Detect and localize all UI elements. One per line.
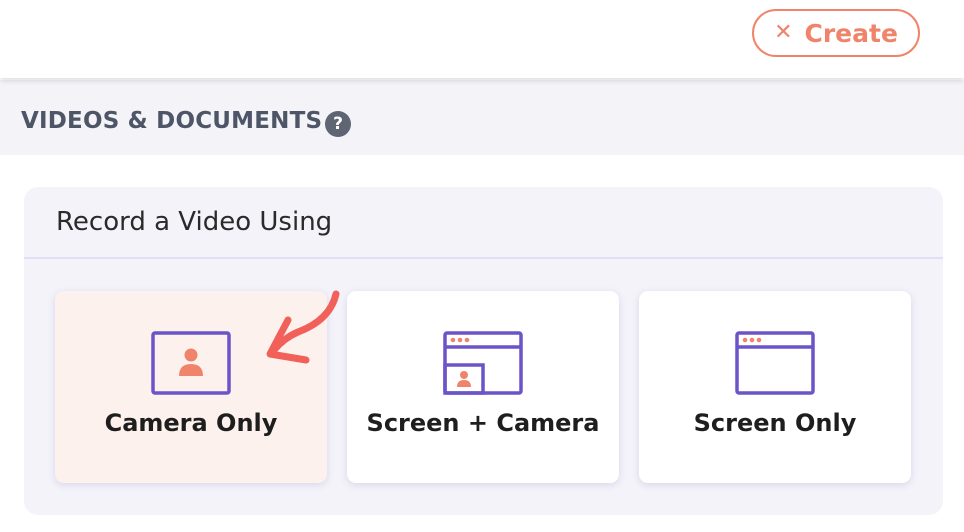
record-video-panel: Record a Video Using Camera Only Screen … [24, 187, 943, 515]
panel-divider [24, 257, 943, 259]
create-button-label: Create [804, 18, 898, 48]
pointer-arrow-icon [266, 290, 340, 364]
panel-title: Record a Video Using [56, 207, 333, 237]
browser-window-icon [735, 331, 815, 395]
camera-frame-icon [151, 331, 231, 395]
screen-camera-label: Screen + Camera [366, 409, 600, 437]
question-icon[interactable]: ? [325, 111, 351, 137]
create-button[interactable]: ✕ Create [752, 9, 920, 57]
screen-with-camera-icon [443, 331, 523, 395]
top-bar: ✕ Create [0, 0, 964, 78]
close-icon: ✕ [774, 20, 793, 45]
screen-camera-option[interactable]: Screen + Camera [347, 291, 619, 483]
section-title: VIDEOS & DOCUMENTS [21, 108, 323, 134]
screen-only-option[interactable]: Screen Only [639, 291, 911, 483]
screen-only-label: Screen Only [693, 409, 857, 437]
camera-only-label: Camera Only [104, 409, 278, 437]
